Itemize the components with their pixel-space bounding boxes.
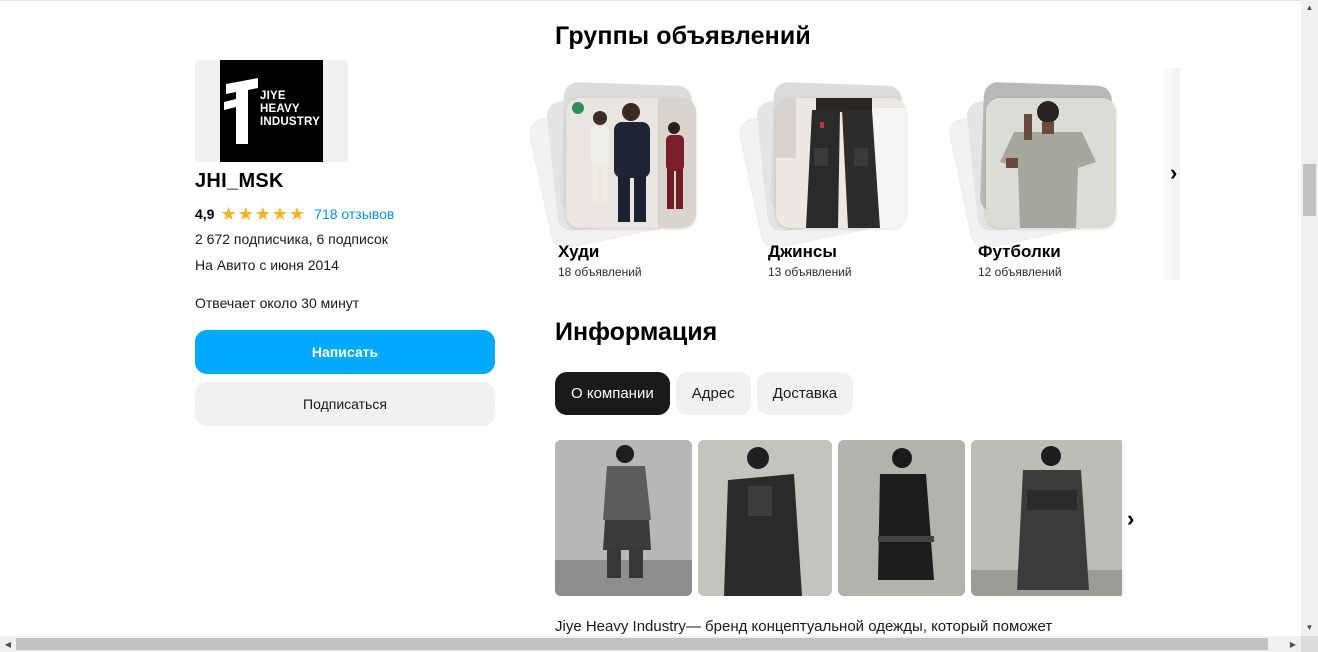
tab-about-company[interactable]: О компании	[555, 372, 670, 415]
reviews-link[interactable]: 718 отзывов	[314, 206, 394, 222]
group-title: Худи	[558, 242, 600, 261]
logo-line: HEAVY	[260, 103, 300, 115]
group-image-stack	[947, 80, 1128, 250]
group-card-hoodies[interactable]: Худи 18 объявлений	[527, 80, 728, 280]
logo-background: JIYE HEAVY INDUSTRY	[220, 60, 323, 162]
chevron-right-icon[interactable]: ›	[1127, 506, 1134, 532]
photos-fade	[1122, 440, 1148, 596]
logo-line: INDUSTRY	[260, 116, 320, 128]
group-count: 18 объявлений	[558, 265, 642, 279]
rating-value: 4,9	[195, 206, 215, 222]
company-photo[interactable]	[698, 440, 832, 596]
group-cover-image	[566, 98, 696, 228]
company-description: Jiye Heavy Industry— бренд концептуально…	[555, 618, 1053, 635]
info-tabs: О компании Адрес Доставка	[555, 372, 854, 415]
member-since: На Авито с июня 2014	[195, 257, 339, 273]
write-button[interactable]: Написать	[195, 330, 495, 374]
tab-address[interactable]: Адрес	[675, 372, 751, 415]
tab-delivery[interactable]: Доставка	[756, 372, 854, 415]
group-image-stack	[737, 80, 918, 250]
group-card-tshirts[interactable]: Футболки 12 объявлений	[947, 80, 1148, 280]
shop-logo[interactable]: JIYE HEAVY INDUSTRY	[195, 60, 348, 162]
scroll-down-icon[interactable]: ▼	[1301, 620, 1318, 634]
vertical-scroll-thumb[interactable]	[1303, 164, 1316, 216]
chevron-right-icon[interactable]: ›	[1170, 160, 1177, 186]
group-image-stack	[527, 80, 708, 250]
scrollbar-corner	[1301, 636, 1318, 652]
star-icon: ★	[254, 204, 271, 224]
rating-stars: ★ ★ ★ ★ ★	[220, 205, 306, 223]
info-heading: Информация	[555, 318, 718, 346]
top-border	[0, 0, 1301, 1]
group-card-jeans[interactable]: Джинсы 13 объявлений	[737, 80, 938, 280]
star-icon: ★	[220, 204, 237, 224]
logo-wordmark: JIYE HEAVY INDUSTRY	[260, 90, 320, 129]
vertical-scrollbar[interactable]	[1301, 0, 1318, 636]
groups-heading: Группы объявлений	[555, 22, 811, 50]
logo-line: JIYE	[260, 90, 286, 102]
subscribe-button[interactable]: Подписаться	[195, 382, 495, 426]
shop-name: JHI_MSK	[195, 170, 284, 192]
horizontal-scroll-thumb[interactable]	[16, 638, 1268, 650]
group-count: 13 объявлений	[768, 265, 852, 279]
scroll-left-icon[interactable]: ◀	[0, 636, 16, 652]
scroll-up-icon[interactable]: ▲	[1301, 0, 1318, 14]
group-count: 12 объявлений	[978, 265, 1062, 279]
company-photo[interactable]	[971, 440, 1125, 596]
scroll-right-icon[interactable]: ▶	[1285, 636, 1301, 652]
subscribers-info[interactable]: 2 672 подписчика, 6 подписок	[195, 231, 388, 247]
group-title: Джинсы	[768, 242, 837, 261]
company-photo[interactable]	[838, 440, 965, 596]
group-cover-image	[986, 98, 1116, 228]
company-photo[interactable]	[555, 440, 692, 596]
star-icon: ★	[289, 204, 306, 224]
group-cover-image	[776, 98, 906, 228]
group-title: Футболки	[978, 242, 1061, 261]
star-icon: ★	[237, 204, 254, 224]
brand-mark-icon	[224, 78, 258, 144]
star-icon: ★	[271, 204, 289, 224]
rating-row: 4,9 ★ ★ ★ ★ ★ 718 отзывов	[195, 205, 394, 223]
reply-time: Отвечает около 30 минут	[195, 295, 360, 311]
